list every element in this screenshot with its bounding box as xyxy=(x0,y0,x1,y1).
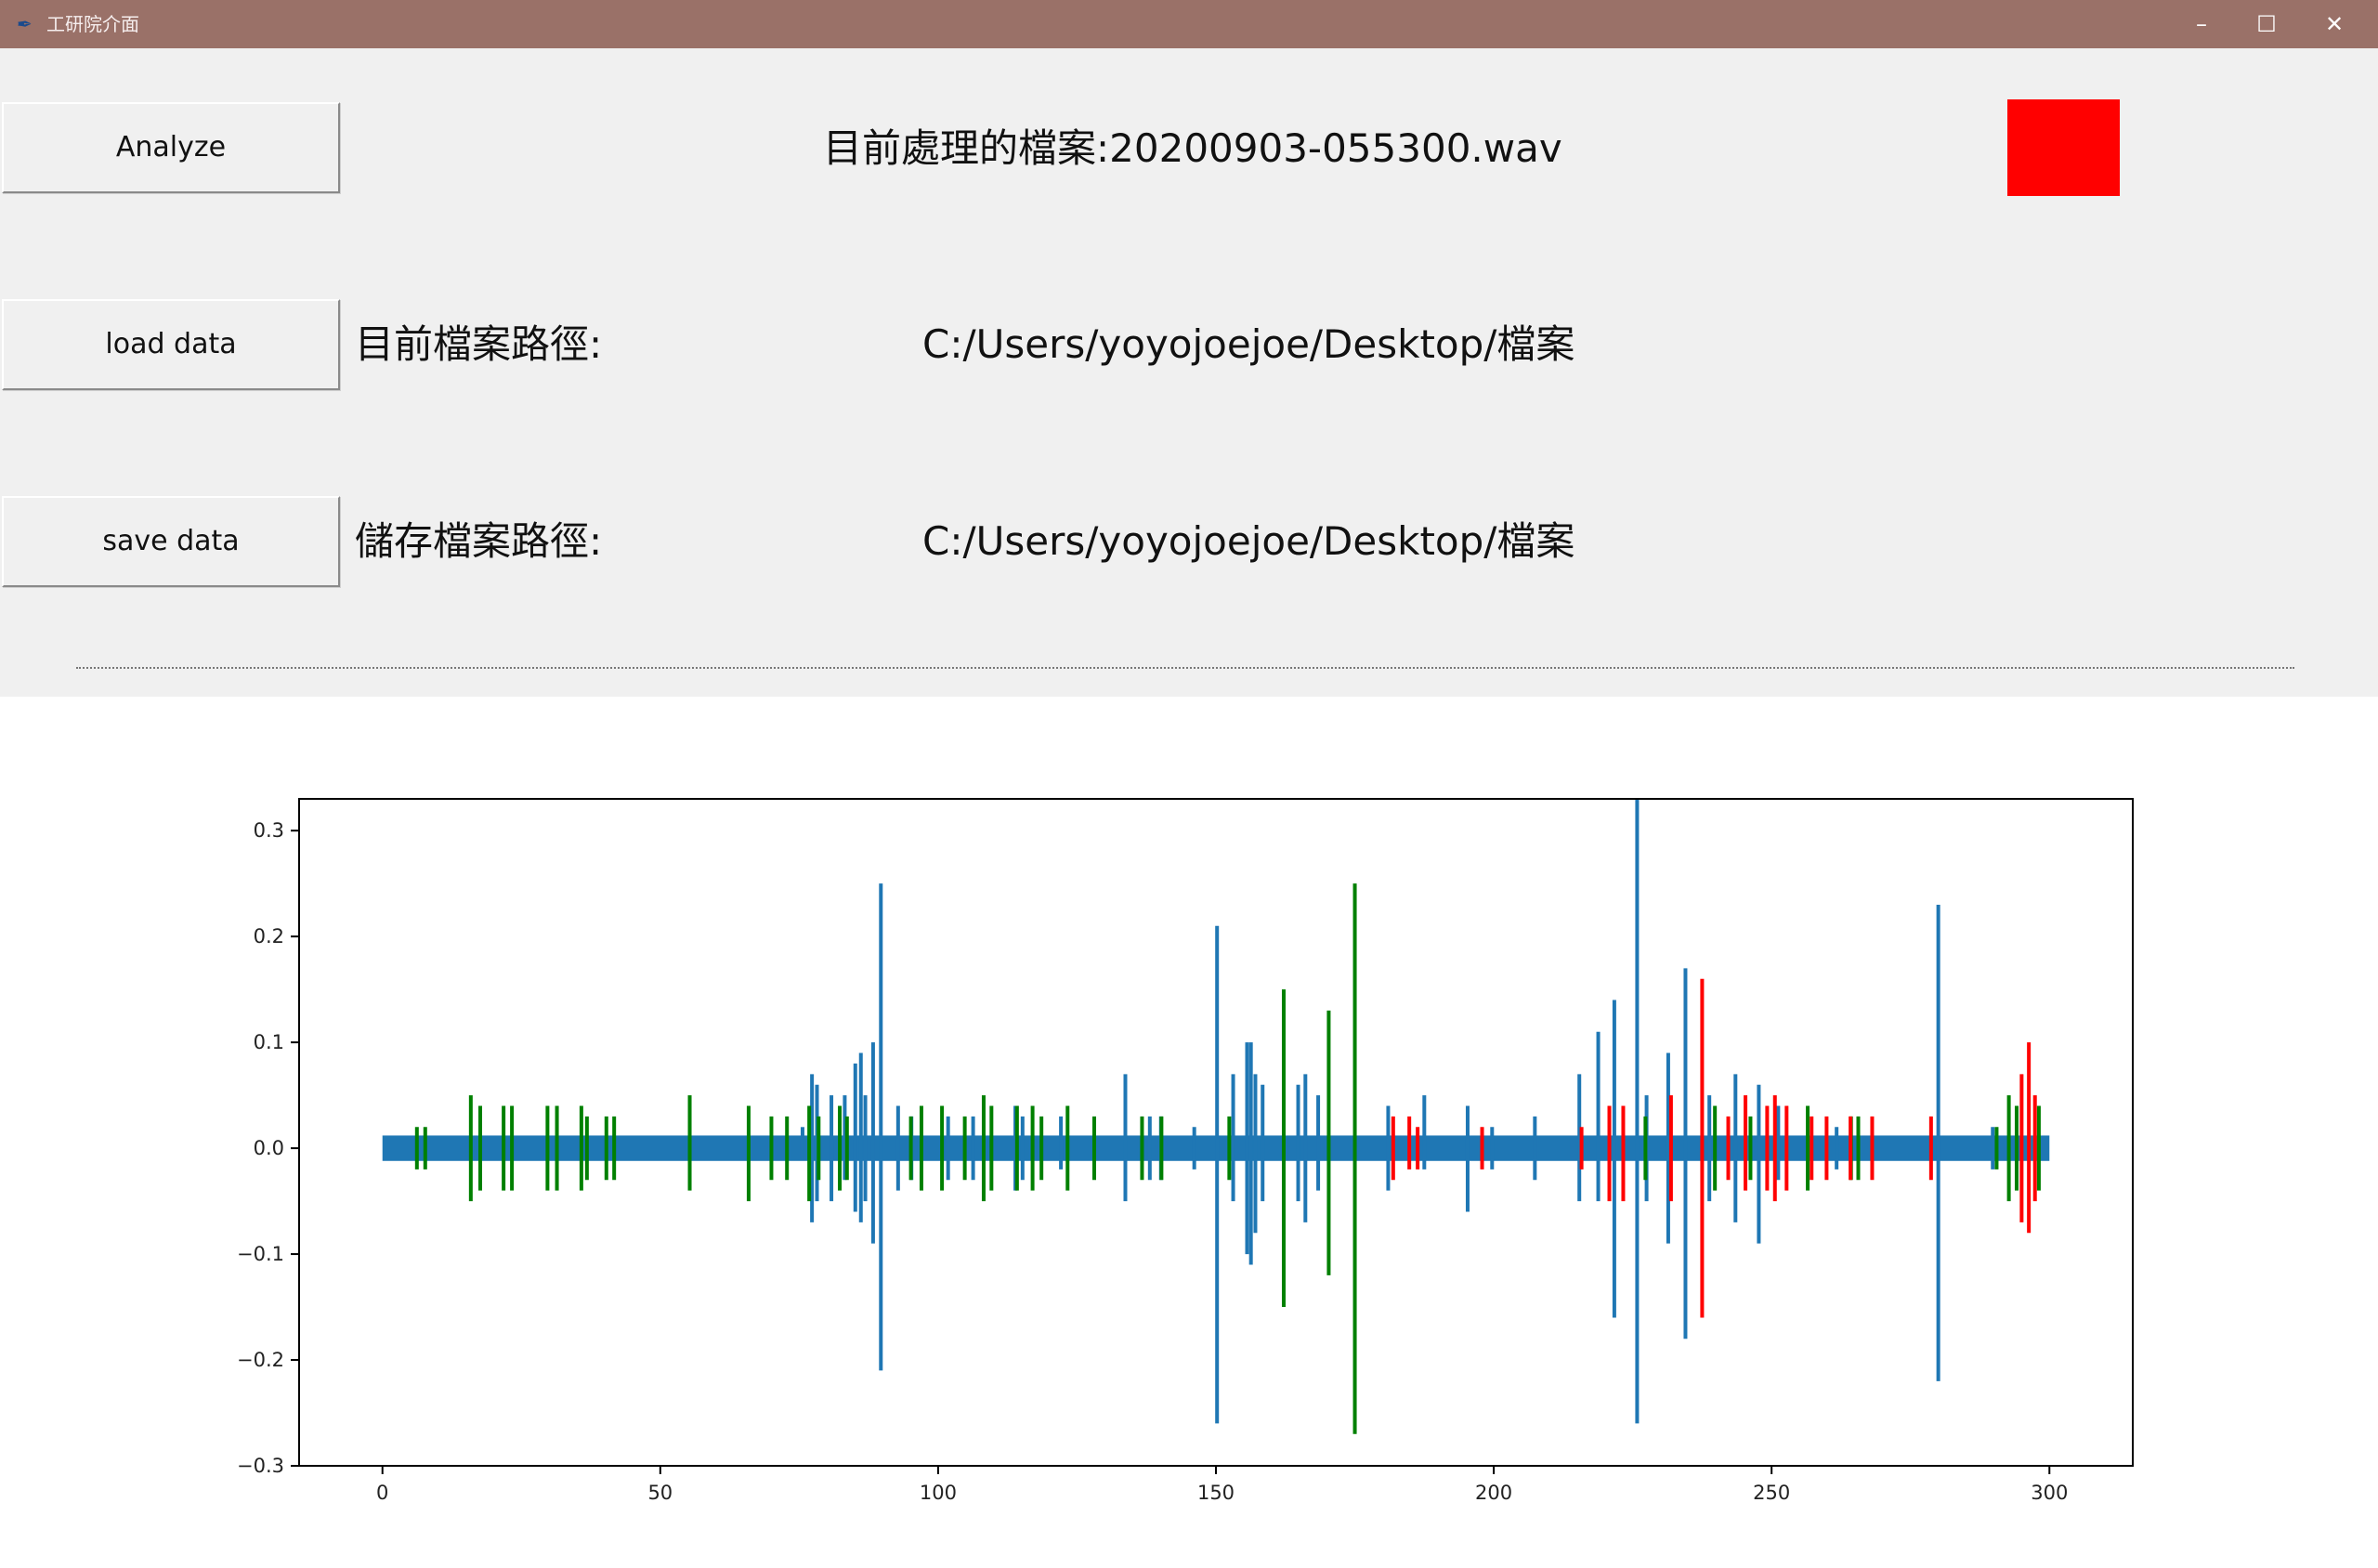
close-button[interactable]: ✕ xyxy=(2302,0,2367,48)
x-tick-label: 200 xyxy=(1475,1482,1512,1504)
minimize-button[interactable]: – xyxy=(2169,0,2234,48)
status-indicator xyxy=(2007,99,2120,196)
y-tick-label: 0.1 xyxy=(254,1031,284,1053)
x-tick-label: 150 xyxy=(1197,1482,1235,1504)
load-path-value: C:/Users/yoyojoejoe/Desktop/檔案 xyxy=(922,321,1575,367)
x-tick-label: 250 xyxy=(1753,1482,1790,1504)
control-panel: Analyze 目前處理的檔案:20200903-055300.wav load… xyxy=(0,48,2378,697)
y-tick-label: −0.1 xyxy=(237,1243,284,1265)
y-tick-label: −0.3 xyxy=(237,1455,284,1477)
save-path-value: C:/Users/yoyojoejoe/Desktop/檔案 xyxy=(922,518,1575,564)
minimize-icon: – xyxy=(2196,11,2207,37)
y-tick-label: 0.3 xyxy=(254,819,284,842)
x-tick-label: 0 xyxy=(376,1482,388,1504)
waveform-chart: 0 50 100 150 200 250 300 0.3 0.2 0.1 0.0 −0.1 −0.2 −0… xyxy=(0,697,2378,1564)
x-tick-label: 50 xyxy=(647,1482,673,1504)
close-icon: ✕ xyxy=(2324,11,2345,37)
window-title: 工研院介面 xyxy=(46,13,139,35)
separator xyxy=(76,667,2294,669)
x-tick-label: 300 xyxy=(2031,1482,2068,1504)
waveform-plot: 0 50 100 150 200 250 300 0.3 0.2 0.1 0.0 −0.1 −0.2 −0… xyxy=(0,697,2378,1564)
app-window: ✒ 工研院介面 – ☐ ✕ Analyze 目前處理的檔案:20200903-0… xyxy=(0,0,2378,1564)
current-file-label: 目前處理的檔案:20200903-055300.wav xyxy=(823,125,1562,171)
save-path-label: 儲存檔案路徑: xyxy=(355,518,603,564)
load-path-label: 目前檔案路徑: xyxy=(355,321,603,367)
maximize-icon: ☐ xyxy=(2256,11,2277,37)
y-tick-label: −0.2 xyxy=(237,1349,284,1371)
feather-icon: ✒ xyxy=(17,13,33,35)
x-tick-label: 100 xyxy=(920,1482,957,1504)
y-tick-label: 0.0 xyxy=(254,1137,284,1159)
save-data-button[interactable]: save data xyxy=(2,496,340,587)
y-tick-label: 0.2 xyxy=(254,925,284,947)
title-bar[interactable]: ✒ 工研院介面 – ☐ ✕ xyxy=(0,0,2378,48)
load-data-button[interactable]: load data xyxy=(2,299,340,390)
maximize-button[interactable]: ☐ xyxy=(2234,0,2299,48)
analyze-button[interactable]: Analyze xyxy=(2,102,340,193)
